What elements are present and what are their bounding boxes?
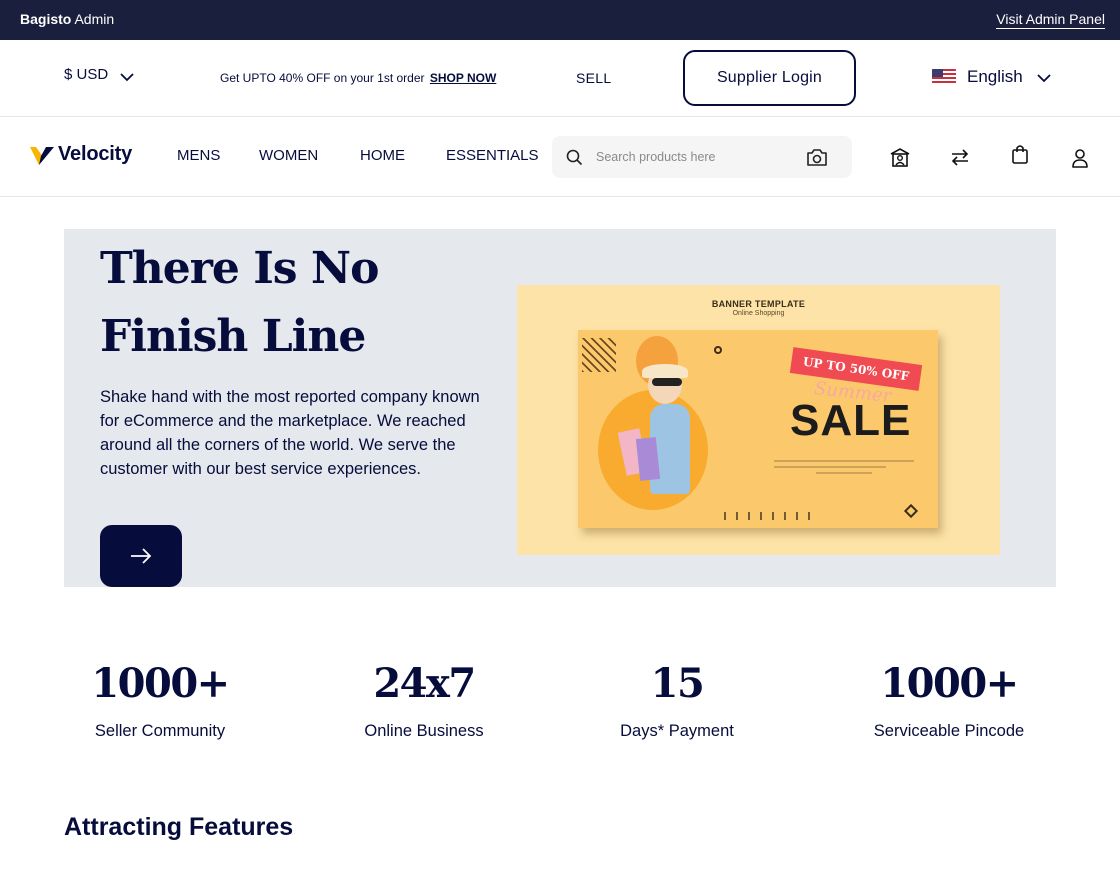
nav-item-essentials[interactable]: ESSENTIALS (446, 147, 539, 164)
velocity-logo-icon (30, 146, 54, 165)
admin-bar: Bagisto Admin Visit Admin Panel (0, 0, 1120, 40)
nav-item-home[interactable]: HOME (360, 147, 405, 164)
stat-value: 1000+ (880, 660, 1019, 707)
stat-label: Days* Payment (620, 722, 734, 740)
chevron-down-icon (120, 72, 134, 81)
stat-label: Online Business (364, 722, 484, 740)
language-selector[interactable]: English (932, 67, 1051, 87)
currency-label: $ USD (64, 66, 109, 83)
sell-link[interactable]: SELL (576, 70, 611, 86)
compare-store-icon[interactable] (889, 146, 911, 168)
hero-description: Shake hand with the most reported compan… (100, 388, 480, 478)
stat-value: 24x7 (373, 660, 476, 707)
sale-text: SALE (790, 396, 912, 445)
hero-title: There Is No Finish Line (100, 243, 379, 362)
us-flag-icon (932, 69, 956, 85)
stat-label: Serviceable Pincode (873, 722, 1025, 740)
offer-text: Get UPTO 40% OFF on your 1st order SHOP … (220, 71, 497, 85)
visit-admin-panel-link[interactable]: Visit Admin Panel (996, 11, 1105, 29)
logo-text: Velocity (58, 143, 132, 165)
search-icon[interactable] (566, 149, 583, 166)
hero-section: There Is No Finish Line Shake hand with … (64, 229, 1056, 587)
nav-item-women[interactable]: WOMEN (259, 147, 318, 164)
stat-value: 1000+ (91, 660, 230, 707)
stat-value: 15 (650, 660, 705, 707)
stat-label: Seller Community (94, 722, 226, 740)
supplier-login-button[interactable]: Supplier Login (683, 50, 856, 106)
language-label: English (967, 67, 1023, 86)
camera-icon[interactable] (806, 148, 828, 167)
hero-arrow-button[interactable] (100, 525, 182, 587)
admin-brand: Bagisto Admin (20, 11, 115, 27)
main-nav: Velocity MENS WOMEN HOME ESSENTIALS (0, 117, 1120, 197)
search-input[interactable] (596, 146, 796, 168)
search-box (552, 136, 852, 178)
hero-banner-image: BANNER TEMPLATE Online Shopping UP TO 50… (517, 285, 1000, 555)
section-title: Attracting Features (64, 813, 294, 841)
swap-arrows-icon[interactable] (949, 146, 971, 168)
banner-sale-card: UP TO 50% OFF Summer SALE (578, 330, 938, 528)
chevron-down-icon (1037, 74, 1051, 83)
user-icon[interactable] (1069, 147, 1091, 169)
shop-now-link[interactable]: SHOP NOW (430, 71, 496, 85)
velocity-logo[interactable]: Velocity (30, 143, 132, 166)
banner-text-lines (774, 460, 914, 478)
promo-bar: $ USD Get UPTO 40% OFF on your 1st order… (0, 40, 1120, 117)
arrow-right-icon (131, 548, 152, 564)
banner-heading: BANNER TEMPLATE (711, 299, 806, 309)
shopping-bag-icon[interactable] (1009, 143, 1031, 165)
currency-selector[interactable]: $ USD (64, 66, 134, 83)
nav-item-mens[interactable]: MENS (177, 147, 220, 164)
banner-subheading: Online Shopping (732, 310, 785, 317)
